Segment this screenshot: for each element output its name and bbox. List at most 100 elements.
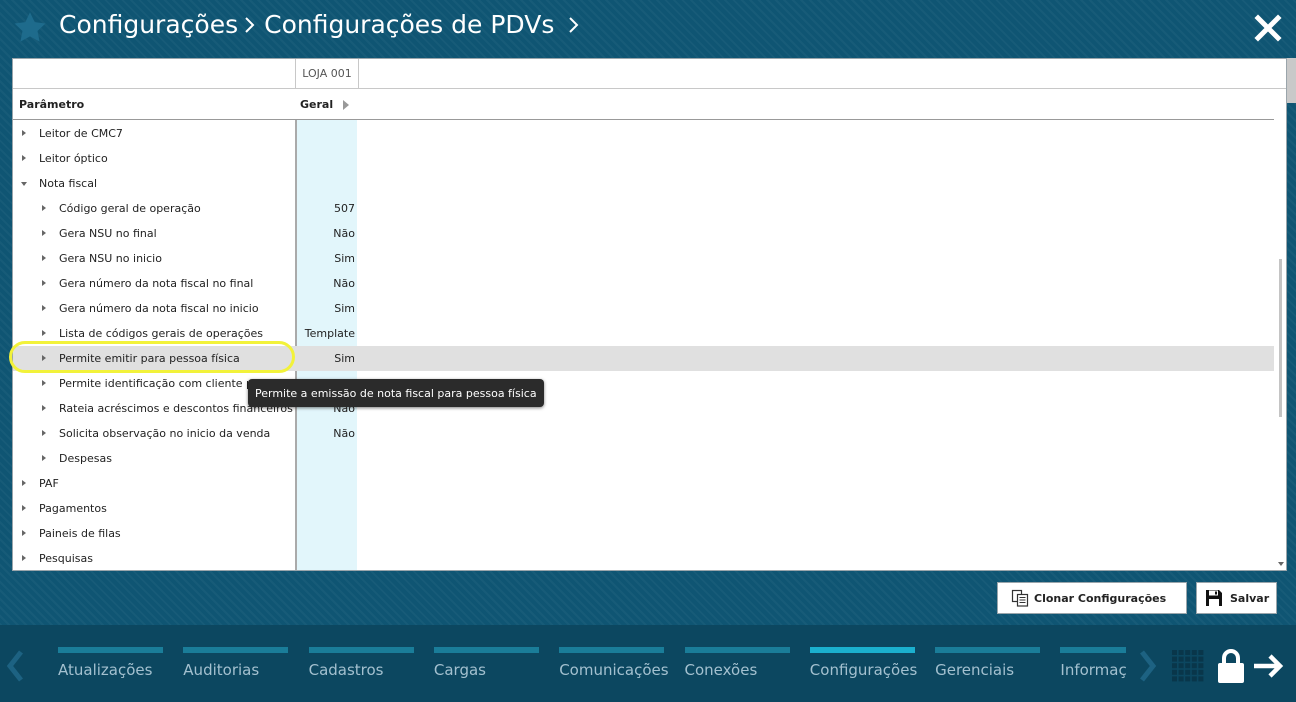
breadcrumb-item-pdvs[interactable]: Configurações de PDVs	[264, 10, 554, 39]
save-icon	[1206, 590, 1222, 606]
tree-row[interactable]: Gera NSU no final Não	[13, 221, 1274, 246]
tree-row[interactable]: Leitor óptico	[13, 146, 1274, 171]
highlight-ring	[9, 341, 295, 373]
header: Configurações Configurações de PDVs	[0, 0, 1296, 58]
expand-arrow-icon[interactable]	[42, 280, 46, 286]
chevron-right-icon	[245, 16, 255, 33]
chevron-right-icon[interactable]	[1138, 649, 1158, 683]
tree-row[interactable]: Gera NSU no inicio Sim	[13, 246, 1274, 271]
nav-tab-indicator	[559, 647, 665, 653]
tree-row[interactable]: Gera número da nota fiscal no final Não	[13, 271, 1274, 296]
tooltip: Permite a emissão de nota fiscal para pe…	[248, 379, 544, 407]
star-icon[interactable]	[12, 10, 48, 46]
save-button[interactable]: Salvar	[1196, 582, 1277, 614]
tree-row[interactable]: Leitor de CMC7	[13, 121, 1274, 146]
clone-configurations-label: Clonar Configurações	[1034, 591, 1167, 605]
nav-tab-indicator	[1060, 647, 1126, 653]
tree-row-value[interactable]: Não	[297, 277, 355, 290]
loja-column-header[interactable]: LOJA 001	[295, 59, 359, 88]
expand-arrow-icon[interactable]	[22, 530, 26, 536]
tree-row[interactable]: Permite identificação com cliente padrão…	[13, 371, 1274, 396]
nav-tab-label: Conexões	[684, 661, 758, 679]
tree-row-value[interactable]: Não	[297, 427, 355, 440]
nav-tab-label: Atualizações	[58, 661, 153, 679]
tree-row-label: Código geral de operação	[59, 202, 201, 215]
tree-row-value[interactable]: Template	[297, 327, 355, 340]
breadcrumb: Configurações Configurações de PDVs	[59, 10, 588, 39]
breadcrumb-item-configuracoes[interactable]: Configurações	[59, 10, 238, 39]
tree-row-label: Leitor de CMC7	[39, 127, 123, 140]
expand-arrow-icon[interactable]	[42, 305, 46, 311]
save-label: Salvar	[1230, 591, 1270, 605]
nav-tab-label: Gerenciais	[935, 661, 1015, 679]
nav-tab-indicator	[183, 647, 289, 653]
expand-arrow-icon[interactable]	[22, 555, 26, 561]
tree-row-label: Gera NSU no final	[59, 227, 157, 240]
expand-arrow-icon[interactable]	[22, 155, 26, 161]
nav-tab-label: Comunicações	[559, 661, 669, 679]
nav-tab-indicator	[684, 647, 790, 653]
expand-arrow-icon[interactable]	[22, 505, 26, 511]
loja-header-row: LOJA 001	[13, 59, 1286, 89]
expand-arrow-icon[interactable]	[42, 405, 46, 411]
tree-row-label: Paineis de filas	[39, 527, 121, 540]
tree-row[interactable]: Pesquisas	[13, 546, 1274, 570]
tree-row-label: Gera número da nota fiscal no final	[59, 277, 254, 290]
expand-arrow-icon[interactable]	[42, 230, 46, 236]
nav-tab-label: Auditorias	[183, 661, 260, 679]
nav-tab-label: Cadastros	[308, 661, 384, 679]
tree-row-value[interactable]: Sim	[297, 352, 355, 365]
tree-row[interactable]: Solicita observação no inicio da venda Nã…	[13, 421, 1274, 446]
tree-row-label: Solicita observação no inicio da venda	[59, 427, 271, 440]
tree-row[interactable]: Pagamentos	[13, 496, 1274, 521]
tree-row[interactable]: Rateia acréscimos e descontos financeiro…	[13, 396, 1274, 421]
module-tabs: Atualizações Auditorias Cadastros Cargas Com…	[58, 647, 1126, 687]
tree-row[interactable]: Despesas	[13, 446, 1274, 471]
tree-row-label: Nota fiscal	[39, 177, 98, 190]
expand-arrow-icon[interactable]	[42, 430, 46, 436]
tree-row-value[interactable]: Não	[297, 227, 355, 240]
grid-icon[interactable]	[1172, 650, 1204, 682]
expand-arrow-icon[interactable]	[42, 330, 46, 336]
chevron-right-icon[interactable]	[568, 15, 580, 35]
expand-arrow-icon[interactable]	[22, 130, 26, 136]
expand-column-icon[interactable]	[343, 100, 349, 110]
nav-tab-label: Informações	[1060, 661, 1126, 679]
expand-arrow-icon[interactable]	[42, 255, 46, 261]
clone-configurations-button[interactable]: Clonar Configurações	[997, 582, 1187, 614]
scroll-down-icon[interactable]	[1278, 562, 1284, 566]
config-grid: LOJA 001 Parâmetro Geral Leitor de CMC7 L…	[12, 58, 1287, 571]
collapse-arrow-icon[interactable]	[21, 182, 27, 186]
nav-tab-indicator	[308, 647, 414, 653]
tree-row-label: PAF	[39, 477, 59, 490]
nav-tab-indicator	[433, 647, 539, 653]
tree-row-value[interactable]: Sim	[297, 302, 355, 315]
arrow-right-icon[interactable]	[1252, 652, 1286, 680]
expand-arrow-icon[interactable]	[42, 455, 46, 461]
tree-row-label: Gera número da nota fiscal no inicio	[59, 302, 259, 315]
nav-tab-indicator	[809, 647, 915, 653]
tree-row-label: Gera NSU no inicio	[59, 252, 162, 265]
tree-row-label: Pesquisas	[39, 552, 93, 565]
expand-arrow-icon[interactable]	[22, 480, 26, 486]
tree-row-label: Leitor óptico	[39, 152, 108, 165]
param-column-header[interactable]: Parâmetro	[19, 98, 84, 111]
tree-row[interactable]: Paineis de filas	[13, 521, 1274, 546]
tree-row-value[interactable]: Sim	[297, 252, 355, 265]
tree-row-label: Lista de códigos gerais de operações	[59, 327, 264, 340]
chevron-left-icon[interactable]	[6, 649, 24, 683]
lock-icon[interactable]	[1216, 648, 1246, 684]
close-icon[interactable]	[1254, 14, 1282, 42]
tree-row-value[interactable]: 507	[297, 202, 355, 215]
tree-row-label: Pagamentos	[39, 502, 107, 515]
expand-arrow-icon[interactable]	[42, 205, 46, 211]
geral-column-header[interactable]: Geral	[300, 98, 333, 111]
tree-row[interactable]: Gera número da nota fiscal no inicio Sim	[13, 296, 1274, 321]
scrollbar-thumb[interactable]	[1279, 259, 1282, 417]
tree-row[interactable]: Nota fiscal	[13, 171, 1274, 196]
tree-row[interactable]: Código geral de operação 507	[13, 196, 1274, 221]
expand-arrow-icon[interactable]	[42, 380, 46, 386]
vertical-scrollbar[interactable]	[1275, 121, 1286, 570]
nav-tab-label: Cargas	[433, 661, 486, 679]
tree-row[interactable]: PAF	[13, 471, 1274, 496]
